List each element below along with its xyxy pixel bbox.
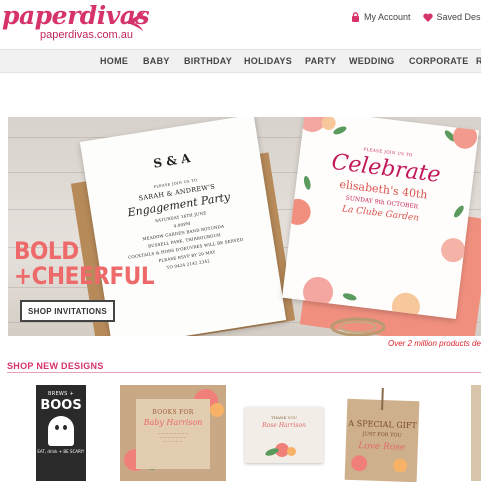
headline-bold: BOLD (14, 237, 79, 265)
main-nav: HOME BABY BIRTHDAY HOLIDAYS PARTY WEDDIN… (0, 49, 481, 73)
hero-headline: BOLD +CHEERFUL (14, 237, 155, 290)
site-header: paperdivas paperdivas.com.au My Account … (0, 0, 481, 48)
nav-item-corporate[interactable]: CORPORATE (409, 56, 469, 66)
nav-item-home[interactable]: HOME (100, 56, 128, 66)
nav-item-wedding[interactable]: WEDDING (349, 56, 395, 66)
site-logo[interactable]: paperdivas paperdivas.com.au (2, 2, 150, 42)
nav-item-party[interactable]: PARTY (305, 56, 336, 66)
my-account-label: My Account (364, 12, 411, 22)
product-card-partial[interactable] (471, 385, 481, 481)
headline-cheerful: +CHEERFUL (14, 262, 155, 290)
logo-domain: paperdivas.com.au (40, 29, 133, 41)
my-account-link[interactable]: My Account (351, 12, 411, 22)
account-links: My Account Saved Designs (351, 12, 481, 22)
heart-icon (422, 13, 433, 22)
ghost-icon (48, 416, 74, 446)
nav-item-holidays[interactable]: HOLIDAYS (244, 56, 292, 66)
twine-decoration (330, 317, 386, 336)
nav-item-r[interactable]: R (476, 56, 481, 66)
saved-designs-link[interactable]: Saved Designs (422, 12, 481, 22)
nav-item-birthday[interactable]: BIRTHDAY (184, 56, 232, 66)
lock-icon (352, 12, 359, 22)
product-card-thank-you[interactable]: THANK YOU Rose Harrison (245, 407, 323, 463)
birthday-invitation: PLEASE JOIN US TO Celebrate elisabeth's … (282, 117, 479, 319)
product-card-halloween[interactable]: BREWS + BOOS EAT, drink + BE SCARY! (36, 385, 86, 481)
nav-item-baby[interactable]: BABY (143, 56, 170, 66)
shop-invitations-button[interactable]: SHOP INVITATIONS (20, 300, 115, 322)
saved-designs-label: Saved Designs (436, 12, 481, 22)
section-title: SHOP NEW DESIGNS (7, 361, 104, 371)
twine (381, 387, 384, 411)
hero-tagline: Over 2 million products deli (388, 339, 481, 348)
product-card-baby-books[interactable]: BOOKS FOR Baby Harrison — — — — — — — — —… (120, 385, 226, 481)
product-card-gift-tag[interactable]: A SPECIAL GIFT JUST FOR YOU Love Rose (344, 387, 420, 482)
bird-icon (125, 11, 146, 31)
section-divider (7, 372, 481, 373)
